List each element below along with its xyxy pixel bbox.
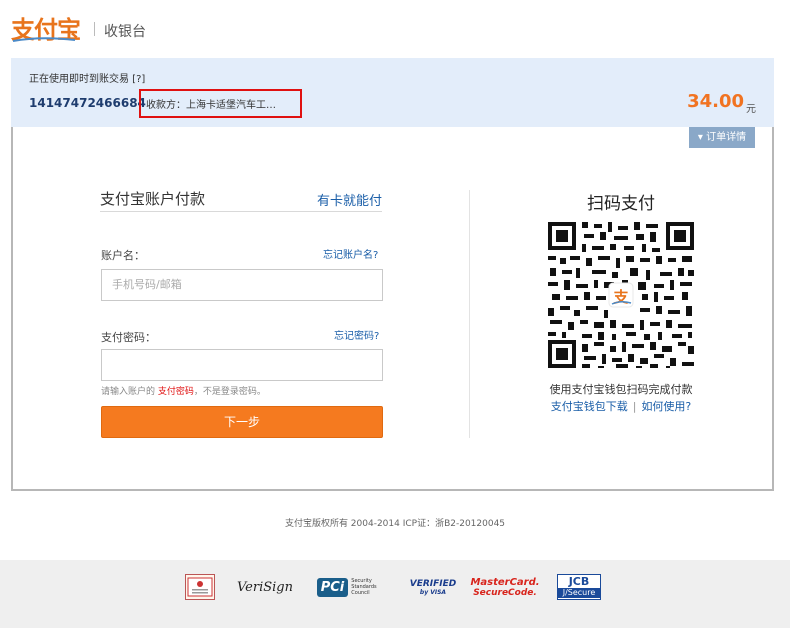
mc-line-1: MasterCard. (470, 576, 540, 588)
order-detail-toggle[interactable]: ▾ 订单详情 (689, 127, 755, 148)
pci-badge[interactable]: PCi Security Standards Council (314, 574, 390, 600)
header: 支付宝 收银台 (0, 0, 790, 58)
visa-line-2: by VISA (419, 588, 447, 596)
order-number: 14147472466684 (29, 96, 146, 110)
howto-link[interactable]: 如何使用? (641, 400, 691, 413)
copyright-text: 支付宝版权所有 2004-2014 ICP证：浙B2-20120045 (284, 519, 506, 529)
forgot-password-link[interactable]: 忘记密码? (334, 327, 379, 342)
mastercard-securecode-badge[interactable]: MasterCard. SecureCode. (470, 574, 539, 600)
logo-divider (94, 22, 95, 36)
pci-logo: PCi (316, 577, 349, 597)
jcb-line-2: J/Secure (558, 588, 600, 598)
order-info-bar: 正在使用即时到账交易 [?] 14147472466684 收款方：上海卡适堡汽… (11, 58, 774, 128)
qr-description: 使用支付宝钱包扫码完成付款 (549, 383, 693, 396)
logo-swoosh-icon (12, 37, 76, 42)
next-step-button[interactable]: 下一步 (101, 406, 383, 438)
link-separator: | (632, 400, 637, 413)
security-badges-footer: VeriSign PCi Security Standards Council … (0, 560, 790, 628)
alipay-logo[interactable]: 支付宝 (11, 13, 81, 44)
hint-prefix: 请输入账户的 (101, 387, 158, 397)
hint-highlight: 支付密码 (157, 387, 194, 397)
account-input[interactable]: 手机号码/邮箱 (101, 269, 383, 301)
account-pay-title: 支付宝账户付款 (100, 190, 206, 208)
verified-by-visa-badge[interactable]: VERIFIED by VISA (409, 574, 457, 600)
visa-line-1: VERIFIED (409, 578, 457, 589)
account-label: 账户名： (101, 249, 145, 262)
verisign-badge[interactable]: VeriSign (237, 574, 293, 600)
certificate-badge-icon[interactable] (185, 574, 215, 600)
wallet-download-link[interactable]: 支付宝钱包下载 (551, 400, 628, 413)
title-divider (100, 211, 382, 212)
qr-links: 支付宝钱包下载 | 如何使用? (470, 398, 772, 414)
pci-text: Security Standards Council (351, 578, 377, 596)
order-amount: 34.00 (687, 91, 744, 112)
card-pay-link[interactable]: 有卡就能付 (317, 190, 382, 209)
qr-code-icon: 支 (546, 220, 696, 370)
forgot-account-link[interactable]: 忘记账户名? (323, 246, 378, 261)
mc-line-2: SecureCode. (473, 587, 537, 598)
password-input[interactable] (101, 349, 383, 381)
password-hint: 请输入账户的 支付密码，不是登录密码。 (101, 384, 266, 397)
qr-pay-title: 扫码支付 (587, 194, 655, 214)
hint-suffix: ，不是登录密码。 (193, 387, 266, 397)
page-section-title: 收银台 (104, 24, 146, 40)
jcb-line-1: JCB (568, 575, 590, 588)
jcb-jsecure-badge[interactable]: JCB J/Secure (557, 574, 601, 600)
payment-panel: ▾ 订单详情 支付宝账户付款 有卡就能付 账户名： 忘记账户名? 手机号码/邮箱… (11, 127, 774, 491)
password-label: 支付密码： (101, 331, 156, 344)
certificate-icon (187, 577, 213, 597)
transaction-type[interactable]: 正在使用即时到账交易 [?] (29, 70, 145, 85)
currency-unit: 元 (746, 104, 756, 115)
payee-name: 收款方：上海卡适堡汽车工… (146, 100, 276, 111)
